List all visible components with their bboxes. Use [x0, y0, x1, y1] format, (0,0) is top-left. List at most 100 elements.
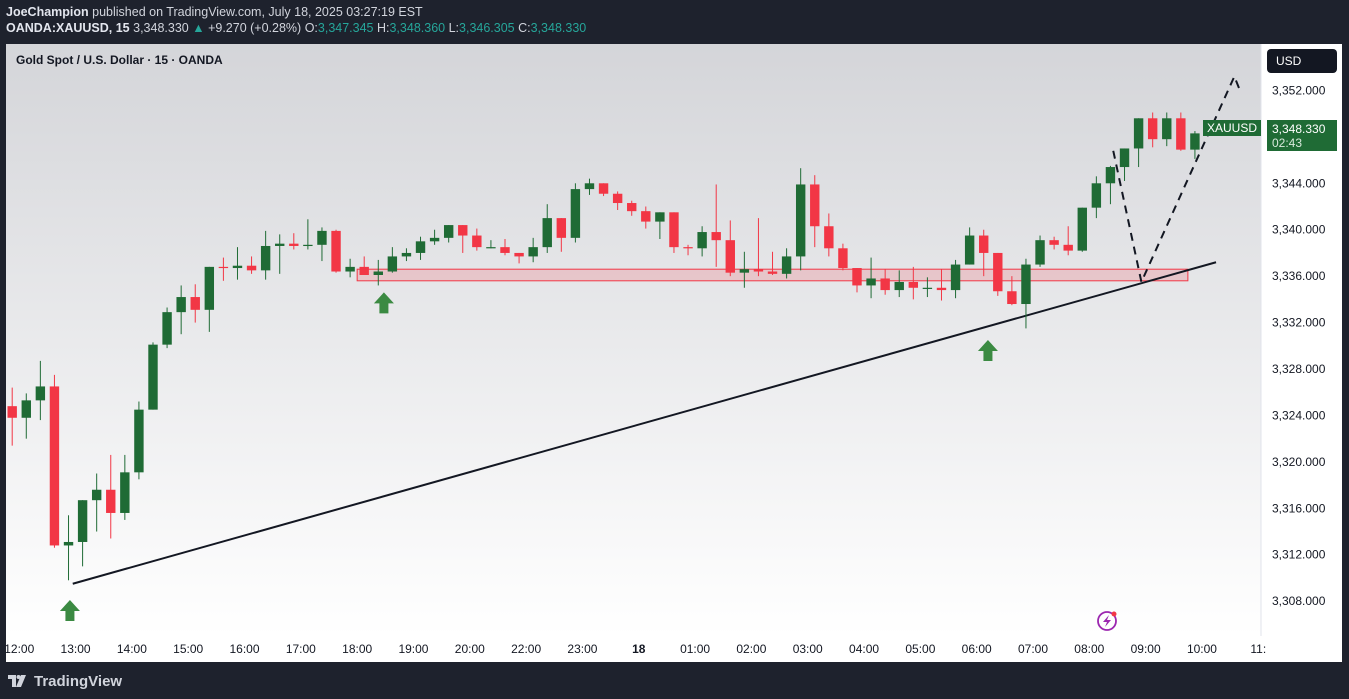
candle [1077, 207, 1087, 252]
candle-body [21, 400, 31, 418]
x-tick-label: 14:00 [117, 642, 147, 656]
candle-body [345, 266, 355, 272]
candle-body [429, 237, 440, 242]
candle [669, 212, 679, 253]
candle-body [218, 266, 229, 269]
candle-body [669, 212, 679, 248]
publish-info: published on TradingView.com, July 18, 2… [92, 5, 423, 19]
close-label: C: [518, 21, 531, 35]
x-tick-label: 16:00 [230, 642, 260, 656]
high-label: H: [376, 21, 390, 35]
publish-line: JoeChampion published on TradingView.com… [6, 4, 586, 20]
candle-body [838, 248, 848, 269]
candle-body [852, 268, 862, 286]
candle [993, 252, 1003, 296]
low-label: L: [448, 21, 460, 35]
x-tick-label: 03:00 [793, 642, 823, 656]
candle-body [993, 252, 1003, 292]
candle [49, 374, 60, 548]
candle-body [528, 247, 538, 257]
y-tick-label: 3,320.000 [1272, 455, 1326, 469]
candle-body [1119, 148, 1130, 168]
x-tick-label: 22:00 [511, 642, 541, 656]
x-tick-label: 18:00 [342, 642, 372, 656]
candle-body [289, 243, 299, 246]
candle-body [260, 245, 271, 271]
candle-body [641, 211, 651, 222]
chart-canvas[interactable]: 3,352.0003,348.0003,344.0003,340.0003,33… [6, 44, 1342, 662]
candle-body [655, 212, 665, 222]
x-tick-label: 19:00 [398, 642, 428, 656]
ohlc-line: OANDA:XAUUSD, 15 3,348.330 ▲ +9.270 (+0.… [6, 20, 586, 36]
candle-body [190, 297, 200, 310]
candle-body [7, 406, 17, 418]
candle-body [1190, 133, 1200, 150]
x-tick-label: 11: [1250, 642, 1266, 656]
candle-body [1007, 291, 1017, 305]
candle [331, 229, 341, 273]
high-value: 3,348.360 [389, 21, 446, 35]
candle-body [232, 265, 243, 269]
candle-body [894, 281, 904, 291]
candle-body [1021, 264, 1031, 305]
x-tick-label: 07:00 [1018, 642, 1048, 656]
y-tick-label: 3,344.000 [1272, 176, 1326, 190]
candle-body [767, 271, 778, 274]
candle-body [908, 281, 919, 288]
candle-body [627, 203, 637, 212]
candle-body [1176, 118, 1186, 150]
chart-header: JoeChampion published on TradingView.com… [6, 4, 586, 36]
last-price-tag-value: 3,348.330 [1272, 122, 1326, 136]
candle-body [120, 472, 130, 513]
currency-button[interactable]: USD [1267, 49, 1337, 73]
candle-body [781, 256, 792, 274]
candle-body [415, 241, 426, 253]
y-tick-label: 3,312.000 [1272, 548, 1326, 562]
x-tick-label: 01:00 [680, 642, 710, 656]
candle-body [148, 344, 158, 410]
x-tick-label: 18 [632, 642, 646, 656]
x-tick-label: 04:00 [849, 642, 879, 656]
x-tick-label: 09:00 [1131, 642, 1161, 656]
candle-body [49, 386, 60, 546]
candle-body [1162, 118, 1172, 140]
y-tick-label: 3,328.000 [1272, 362, 1326, 376]
candle [134, 401, 144, 480]
author-name[interactable]: JoeChampion [6, 5, 89, 19]
candle-body [359, 266, 369, 275]
footer[interactable]: TradingView [8, 670, 122, 692]
candle-body [35, 386, 46, 401]
y-tick-label: 3,324.000 [1272, 408, 1326, 422]
candle-body [542, 218, 552, 248]
candle-body [880, 278, 890, 291]
candle-body [246, 265, 257, 271]
candle-body [584, 183, 595, 190]
candle-body [162, 312, 172, 345]
candle-body [106, 489, 116, 513]
candle-body [331, 230, 341, 272]
candle-body [387, 256, 398, 272]
candle-body [1049, 240, 1059, 245]
open-label: O: [304, 21, 318, 35]
candle-body [979, 235, 989, 253]
candle [148, 342, 158, 410]
candle-body [1077, 207, 1087, 251]
y-tick-label: 3,332.000 [1272, 316, 1326, 330]
candle-body [176, 297, 186, 313]
x-tick-label: 06:00 [962, 642, 992, 656]
x-tick-label: 13:00 [61, 642, 91, 656]
candle-body [570, 189, 581, 238]
x-tick-label: 12:00 [6, 642, 35, 656]
candle-body [317, 230, 327, 245]
x-tick-label: 02:00 [736, 642, 766, 656]
chart-frame[interactable]: 3,352.0003,348.0003,344.0003,340.0003,33… [6, 44, 1342, 662]
candle [570, 183, 581, 243]
close-value: 3,348.330 [530, 21, 587, 35]
plot-background [6, 44, 1261, 636]
candle-body [486, 247, 496, 249]
candle-body [950, 264, 961, 291]
y-tick-label: 3,340.000 [1272, 223, 1326, 237]
y-tick-label: 3,336.000 [1272, 269, 1326, 283]
change-value: +9.270 (+0.28%) [208, 21, 302, 35]
candle-body [77, 500, 88, 542]
